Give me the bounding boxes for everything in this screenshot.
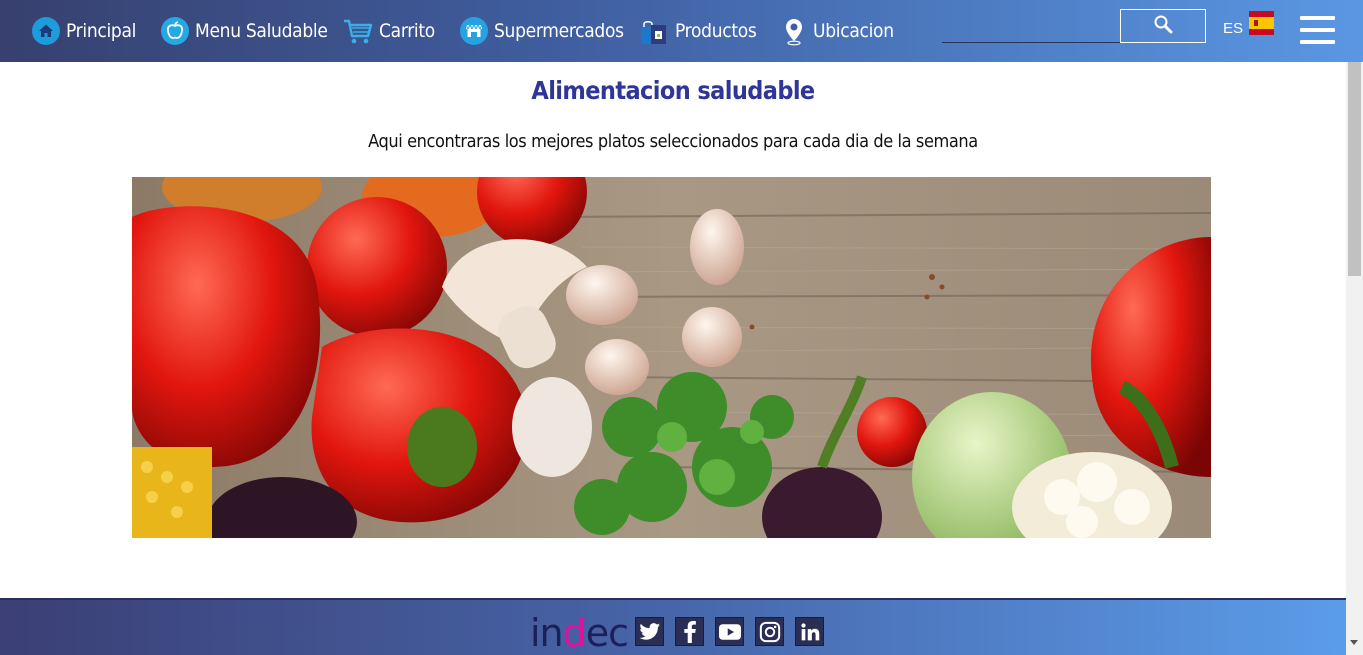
hamburger-menu-icon[interactable] <box>1300 16 1335 45</box>
vertical-scrollbar[interactable] <box>1346 62 1363 655</box>
scrollbar-thumb[interactable] <box>1348 62 1361 276</box>
page-subtitle: Aqui encontraras los mejores platos sele… <box>368 131 978 152</box>
nav-ubicacion-label: Ubicacion <box>813 20 894 42</box>
nav-menu-saludable-label: Menu Saludable <box>195 20 328 42</box>
bag-icon <box>638 15 670 47</box>
nav-supermercados[interactable]: Supermercados <box>459 14 624 48</box>
logo-part-ec: ec <box>585 611 629 655</box>
search-icon <box>1153 14 1173 39</box>
hero-image-vegetables <box>132 177 1211 538</box>
page-title: Alimentacion saludable <box>531 76 815 105</box>
nav-supermercados-label: Supermercados <box>494 20 624 42</box>
nav-productos-label: Productos <box>675 20 757 42</box>
search-button[interactable] <box>1120 9 1206 43</box>
cart-icon <box>342 16 374 46</box>
search-input[interactable] <box>942 42 1122 43</box>
linkedin-icon[interactable] <box>795 617 824 646</box>
indec-logo: indec <box>530 611 629 655</box>
apple-icon <box>160 16 190 46</box>
instagram-icon[interactable] <box>755 617 784 646</box>
facebook-icon[interactable] <box>675 617 704 646</box>
twitter-icon[interactable] <box>635 617 664 646</box>
logo-part-in: in <box>530 611 564 655</box>
logo-part-d: d <box>562 611 587 655</box>
nav-carrito[interactable]: Carrito <box>342 14 435 48</box>
nav-productos[interactable]: Productos <box>638 14 757 48</box>
location-pin-icon <box>782 16 806 46</box>
nav-principal-label: Principal <box>66 20 137 42</box>
language-selector[interactable]: ES <box>1223 20 1243 37</box>
nav-carrito-label: Carrito <box>379 20 435 42</box>
nav-principal[interactable]: Principal <box>31 14 136 48</box>
top-navbar: Principal Menu Saludable Carrito Superme… <box>0 0 1363 62</box>
footer: indec <box>0 598 1346 655</box>
nav-menu-saludable[interactable]: Menu Saludable <box>160 14 328 48</box>
home-icon <box>31 16 61 46</box>
youtube-icon[interactable] <box>715 617 744 646</box>
store-icon <box>459 16 489 46</box>
spain-flag-icon[interactable] <box>1249 11 1274 35</box>
nav-ubicacion[interactable]: Ubicacion <box>782 14 894 48</box>
scroll-down-arrow-icon[interactable] <box>1350 640 1358 645</box>
